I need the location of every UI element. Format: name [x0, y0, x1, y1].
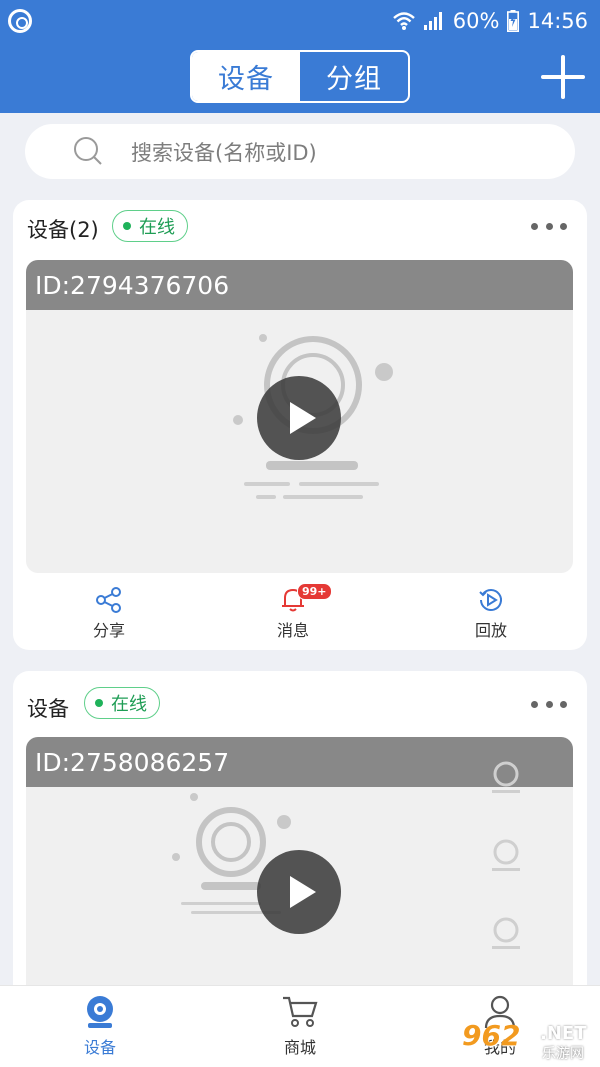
site-watermark-logo: 962 .NET 乐游网: [462, 1019, 600, 1063]
bottom-navigation: 设备 商城 我的 962 .NET 乐游网: [0, 985, 600, 1067]
app-header: 60% 14:56 设备 分组: [0, 0, 600, 113]
nav-label: 设备: [83, 1038, 116, 1057]
nav-label: 商城: [283, 1038, 316, 1057]
playback-action[interactable]: 回放: [451, 587, 531, 641]
segmented-control: 设备 分组: [190, 50, 410, 103]
watermark-number: 962: [462, 1019, 521, 1052]
tab-devices[interactable]: 设备: [192, 52, 300, 101]
search-icon: [73, 136, 103, 170]
nav-devices[interactable]: 设备: [55, 994, 145, 1058]
message-label: 消息: [276, 621, 309, 640]
video-preview[interactable]: ID:2758086257: [26, 737, 573, 1001]
battery-percent: 60%: [452, 9, 500, 33]
device-name: 设备: [27, 697, 69, 721]
camera-thumbnails-icon: [492, 761, 520, 949]
device-id-bar: ID:2794376706: [26, 260, 573, 310]
wifi-icon: [392, 11, 415, 31]
search-input[interactable]: 搜索设备(名称或ID): [131, 137, 317, 167]
share-icon: [96, 587, 121, 613]
status-label: 在线: [139, 217, 175, 238]
device-name: 设备(2): [27, 218, 99, 242]
message-action[interactable]: 99+ 消息: [253, 583, 333, 641]
status-badge: 在线: [112, 210, 188, 242]
online-dot-icon: [95, 699, 103, 707]
playback-icon: [479, 589, 502, 611]
nav-mall[interactable]: 商城: [255, 994, 345, 1058]
status-label: 在线: [111, 694, 147, 715]
status-right: 60% 14:56: [392, 8, 588, 34]
camera-icon: [87, 996, 113, 1028]
more-options-button[interactable]: [531, 221, 567, 231]
share-action[interactable]: 分享: [69, 587, 149, 641]
status-bar: 60% 14:56: [0, 0, 600, 42]
device-card: 设备(2) 在线 ID:2794376706 分享 99+ 消息 回放: [13, 200, 587, 650]
more-options-button[interactable]: [531, 699, 567, 709]
unread-badge: 99+: [297, 583, 332, 600]
signal-icon: [423, 11, 445, 31]
device-card: 设备 在线 ID:2758086257: [13, 671, 587, 1001]
play-button[interactable]: [257, 376, 341, 460]
online-dot-icon: [123, 222, 131, 230]
play-button[interactable]: [257, 850, 341, 934]
watermark-domain: .NET: [540, 1023, 587, 1044]
status-badge: 在线: [84, 687, 160, 719]
add-device-button[interactable]: [541, 55, 585, 99]
video-preview[interactable]: ID:2794376706: [26, 260, 573, 573]
playback-label: 回放: [474, 621, 507, 640]
battery-icon: [507, 10, 520, 32]
share-label: 分享: [92, 621, 125, 640]
tab-groups[interactable]: 分组: [300, 52, 408, 101]
watermark-site: 乐游网: [542, 1046, 584, 1062]
clock: 14:56: [527, 9, 588, 33]
app-status-icon: [8, 9, 32, 33]
search-bar[interactable]: 搜索设备(名称或ID): [25, 124, 575, 179]
cart-icon: [283, 996, 318, 1027]
device-actions: 分享 99+ 消息 回放: [13, 583, 587, 647]
